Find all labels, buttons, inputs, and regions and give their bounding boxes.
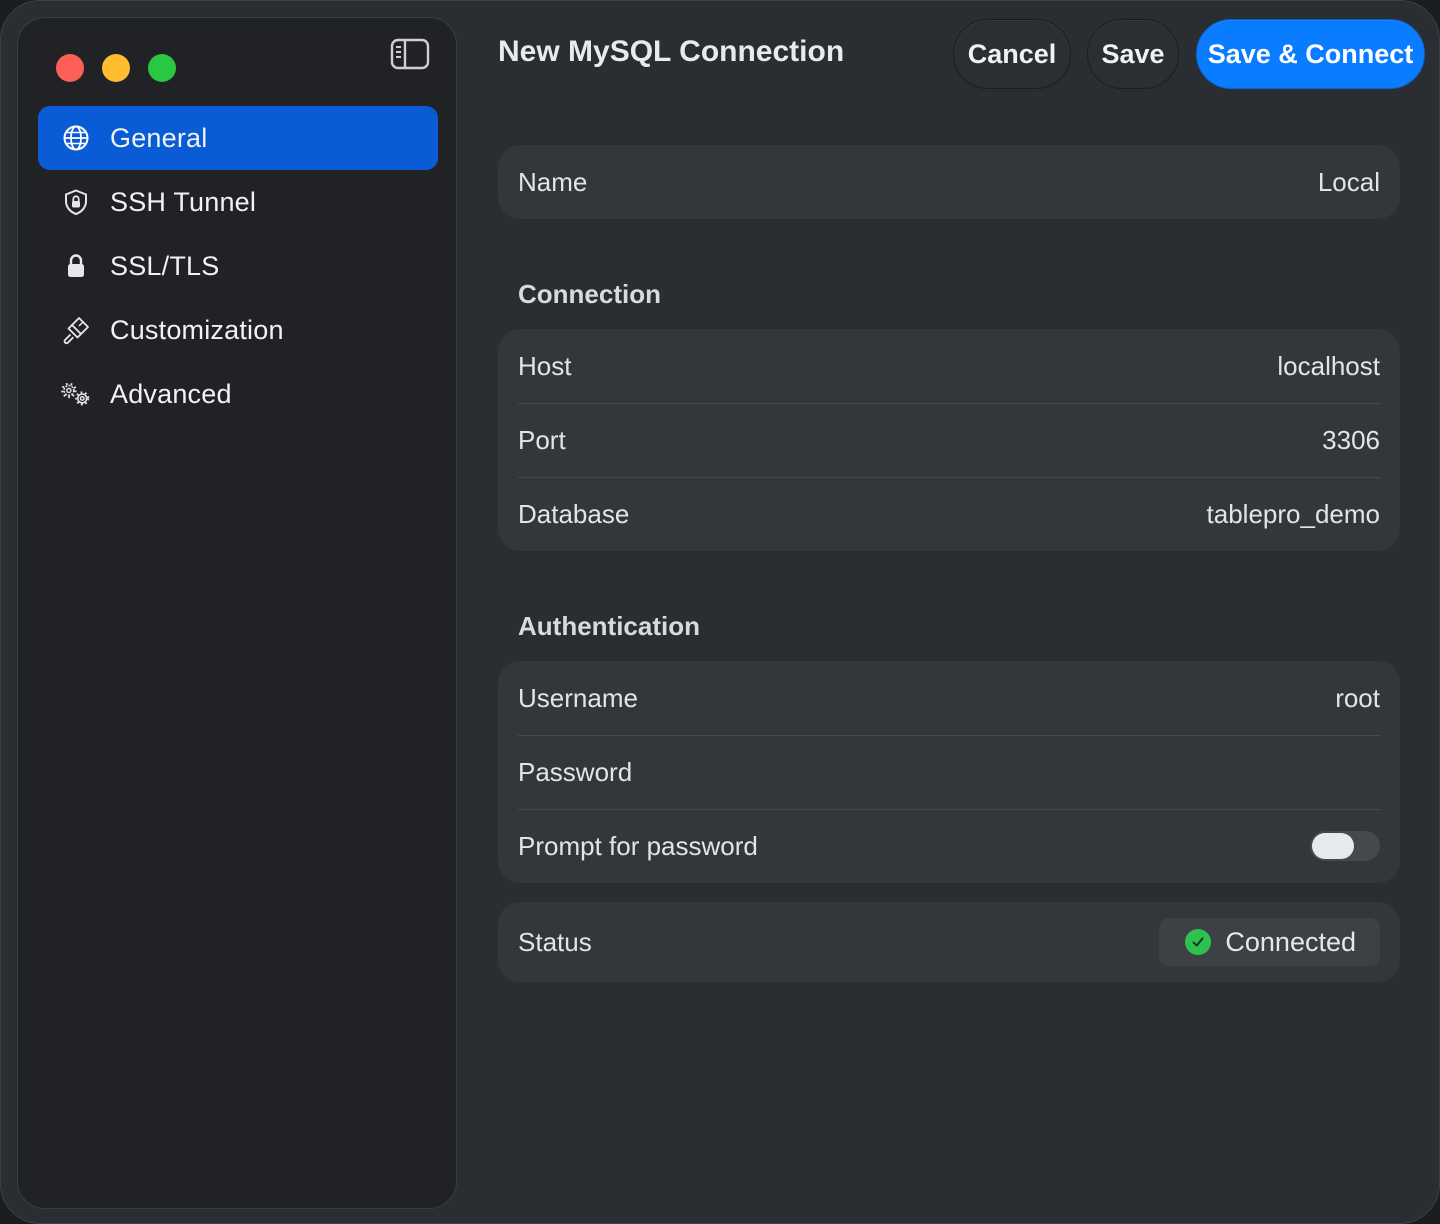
password-field[interactable] (1080, 757, 1380, 787)
sidebar-item-label: Advanced (110, 378, 232, 409)
cancel-button[interactable]: Cancel (953, 19, 1071, 89)
name-label: Name (518, 166, 588, 197)
sidebar-item-ssl-tls[interactable]: SSL/TLS (38, 234, 438, 298)
status-card: Status Connected (498, 902, 1400, 982)
password-row: Password (498, 735, 1400, 809)
port-field[interactable]: 3306 (1322, 425, 1380, 456)
port-label: Port (518, 424, 566, 455)
name-card: Name Local (498, 145, 1400, 219)
sidebar-nav: General SSH Tunnel SSL/TLS Customization… (38, 106, 438, 426)
sidebar-toggle-button[interactable] (390, 38, 430, 70)
name-field[interactable]: Local (1318, 167, 1380, 198)
host-row: Host localhost (498, 329, 1400, 403)
save-button[interactable]: Save (1087, 19, 1179, 89)
status-label: Status (518, 926, 592, 957)
status-row: Status Connected (498, 902, 1400, 982)
sidebar-item-label: SSL/TLS (110, 250, 220, 281)
host-field[interactable]: localhost (1277, 351, 1380, 382)
sidebar-item-label: SSH Tunnel (110, 186, 257, 217)
prompt-password-toggle[interactable] (1310, 831, 1380, 861)
save-and-connect-button[interactable]: Save & Connect (1196, 19, 1425, 89)
connection-window: General SSH Tunnel SSL/TLS Customization… (0, 0, 1440, 1224)
sidebar-toggle-icon (390, 38, 430, 70)
database-field[interactable]: tablepro_demo (1207, 499, 1380, 530)
name-row: Name Local (498, 145, 1400, 219)
checkmark-circle-icon (1185, 929, 1212, 955)
paintbrush-icon (60, 314, 92, 346)
connection-section-title: Connection (518, 279, 661, 309)
sidebar-item-label: Customization (110, 314, 284, 345)
shield-lock-icon (60, 186, 92, 218)
sidebar-item-general[interactable]: General (38, 106, 438, 170)
port-row: Port 3306 (498, 403, 1400, 477)
sidebar-item-ssh-tunnel[interactable]: SSH Tunnel (38, 170, 438, 234)
username-row: Username root (498, 661, 1400, 735)
username-label: Username (518, 682, 638, 713)
status-value: Connected (1225, 926, 1356, 957)
toggle-knob (1312, 833, 1354, 859)
sidebar-item-advanced[interactable]: Advanced (38, 362, 438, 426)
lock-icon (60, 250, 92, 282)
password-label: Password (518, 756, 633, 787)
sidebar-item-label: General (110, 122, 208, 153)
minimize-window-button[interactable] (102, 54, 130, 82)
prompt-password-row: Prompt for password (498, 809, 1400, 883)
host-label: Host (518, 350, 572, 381)
database-row: Database tablepro_demo (498, 477, 1400, 551)
gears-icon (60, 378, 92, 410)
username-field[interactable]: root (1335, 683, 1380, 714)
status-badge: Connected (1159, 918, 1380, 966)
authentication-card: Username root Password Prompt for passwo… (498, 661, 1400, 883)
window-controls (56, 54, 176, 82)
prompt-password-label: Prompt for password (518, 830, 758, 861)
authentication-section-title: Authentication (518, 611, 700, 641)
sidebar: General SSH Tunnel SSL/TLS Customization… (17, 17, 457, 1209)
window-title: New MySQL Connection (498, 35, 845, 68)
close-window-button[interactable] (56, 54, 84, 82)
connection-card: Host localhost Port 3306 Database tablep… (498, 329, 1400, 551)
sidebar-item-customization[interactable]: Customization (38, 298, 438, 362)
database-label: Database (518, 498, 630, 529)
globe-icon (60, 122, 92, 154)
zoom-window-button[interactable] (148, 54, 176, 82)
